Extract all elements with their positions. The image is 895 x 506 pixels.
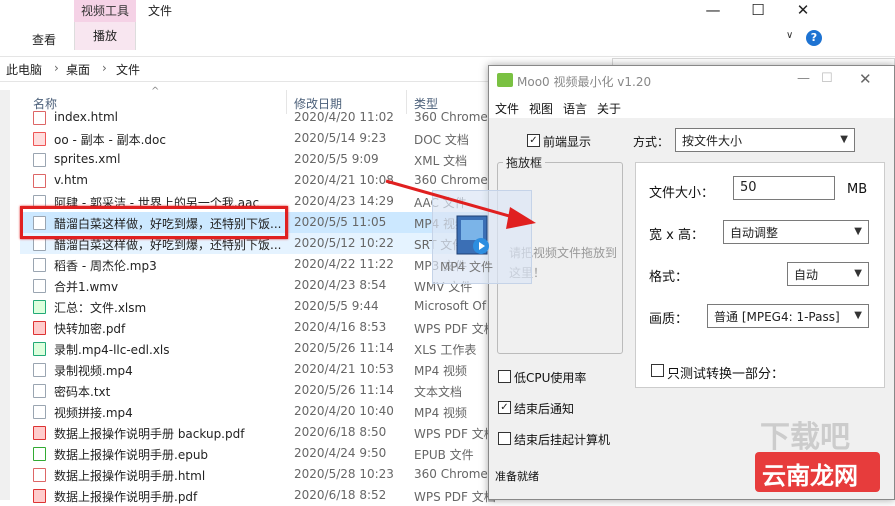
chrome-file-icon [33,111,46,125]
watermark-text: 云南龙网 [762,462,858,490]
minimize-button[interactable]: — [690,0,736,22]
drop-frame-title: 拖放框 [503,154,546,171]
audio-file-icon [33,258,46,272]
close-button[interactable]: ✕ [780,0,826,22]
highlight-box [20,206,288,239]
menu-file[interactable]: 文件 [495,100,519,117]
wh-value: 自动调整 [730,226,779,240]
file-size-unit: MB [847,182,868,197]
chrome-file-icon [33,468,46,482]
moo0-maximize-button[interactable]: ☐ [821,71,833,86]
file-row[interactable]: 录制视频.mp4 2020/4/21 10:53 MP4 视频 [20,359,520,380]
moo0-close-button[interactable]: ✕ [859,70,872,88]
file-row[interactable]: 汇总：文件.xlsm 2020/5/5 9:44 Microsoft Of [20,296,520,317]
quality-label: 画质： [649,312,689,327]
file-size-label: 文件大小： [649,186,715,201]
hibernate-label: 结束后挂起计算机 [514,433,611,447]
breadcrumb-this-pc[interactable]: 此电脑 [6,61,42,78]
srt-file-icon [33,237,46,251]
status-text: 准备就绪 [495,470,539,483]
breadcrumb-desktop[interactable]: 桌面 [66,61,90,78]
chevron-right-icon: › [54,61,59,75]
test-part-checkbox[interactable] [651,364,664,377]
wh-label: 宽 x 高： [649,228,704,243]
maximize-button[interactable]: ☐ [735,0,781,22]
menu-about[interactable]: 关于 [597,100,621,117]
excel-file-icon [33,342,46,356]
moo0-minimize-button[interactable]: — [797,71,810,86]
drag-ghost-label: MP4 文件 [440,260,494,274]
notify-label: 结束后通知 [514,402,575,416]
tab-view[interactable]: 查看 [32,31,56,48]
breadcrumb-folder[interactable]: 文件 [116,61,140,78]
menu-view[interactable]: 视图 [529,100,553,117]
sort-ascending-icon: ^ [151,86,160,97]
quality-select[interactable]: 普通 [MPEG4: 1-Pass] ▼ [707,304,869,328]
file-row[interactable]: oo - 副本 - 副本.doc 2020/5/14 9:23 DOC 文档 [20,128,520,149]
file-row[interactable]: 视频拼接.mp4 2020/4/20 10:40 MP4 视频 [20,401,520,422]
quality-value: 普通 [MPEG4: 1-Pass] [714,310,840,324]
format-value: 自动 [794,268,819,282]
chevron-down-icon: ▼ [854,268,862,279]
pdf-file-icon [33,426,46,440]
menu-language[interactable]: 语言 [563,100,587,117]
wh-select[interactable]: 自动调整 ▼ [723,220,869,244]
chevron-right-icon: › [102,61,107,75]
method-label: 方式： [633,135,670,149]
chrome-file-icon [33,174,46,188]
file-row[interactable]: index.html 2020/4/20 11:02 360 Chrome [20,107,520,128]
video-file-icon [33,279,46,293]
watermark-faint: 下载吧 [760,420,850,455]
low-cpu-label: 低CPU使用率 [514,371,587,385]
pdf-file-icon [33,489,46,503]
front-display-label: 前端显示 [543,135,592,149]
method-value: 按文件大小 [682,134,743,148]
tab-play[interactable]: 播放 [74,22,136,50]
file-row[interactable]: 录制.mp4-llc-edl.xls 2020/5/26 11:14 XLS 工作表 [20,338,520,359]
text-file-icon [33,384,46,398]
format-label: 格式： [649,270,689,285]
hibernate-checkbox[interactable] [498,432,511,445]
nav-pane-scrollbar[interactable] [0,90,10,500]
excel-file-icon [33,300,46,314]
video-file-icon [33,363,46,377]
help-icon[interactable]: ? [806,30,822,46]
method-select[interactable]: 按文件大小 ▼ [675,128,855,152]
file-row[interactable]: 快转加密.pdf 2020/4/16 8:53 WPS PDF 文档 [20,317,520,338]
doc-file-icon [33,132,46,146]
notify-checkbox[interactable]: ✓ [498,401,511,414]
file-row[interactable]: 数据上报操作说明手册.pdf 2020/6/18 8:52 WPS PDF 文档 [20,485,520,506]
moo0-title: Moo0 视频最小化 v1.20 [517,75,652,89]
front-display-checkbox[interactable]: ✓ [527,134,540,147]
low-cpu-checkbox[interactable] [498,370,511,383]
file-row[interactable]: 密码本.txt 2020/5/26 11:14 文本文档 [20,380,520,401]
test-part-label: 只测试转换一部分： [667,367,785,382]
chevron-down-icon: ▼ [854,310,862,321]
format-select[interactable]: 自动 ▼ [787,262,869,286]
epub-file-icon [33,447,46,461]
file-row[interactable]: 数据上报操作说明手册.html 2020/5/28 10:23 360 Chrome [20,464,520,485]
arrow-icon [385,179,536,229]
file-row[interactable]: 数据上报操作说明手册 backup.pdf 2020/6/18 8:50 WPS P… [20,422,520,443]
xml-file-icon [33,153,46,167]
moo0-logo-icon [497,73,513,87]
file-row[interactable]: sprites.xml 2020/5/5 9:09 XML 文档 [20,149,520,170]
video-file-icon [33,405,46,419]
tab-file[interactable]: 文件 [148,2,172,19]
collapse-ribbon-icon[interactable]: ∨ [786,30,793,41]
chevron-down-icon: ▼ [854,226,862,237]
chevron-down-icon: ▼ [840,134,848,145]
video-tools-context-tab[interactable]: 视频工具 [74,0,136,22]
file-size-input[interactable]: 50 [733,176,835,200]
file-row[interactable]: 数据上报操作说明手册.epub 2020/4/24 9:50 EPUB 文件 [20,443,520,464]
pdf-file-icon [33,321,46,335]
